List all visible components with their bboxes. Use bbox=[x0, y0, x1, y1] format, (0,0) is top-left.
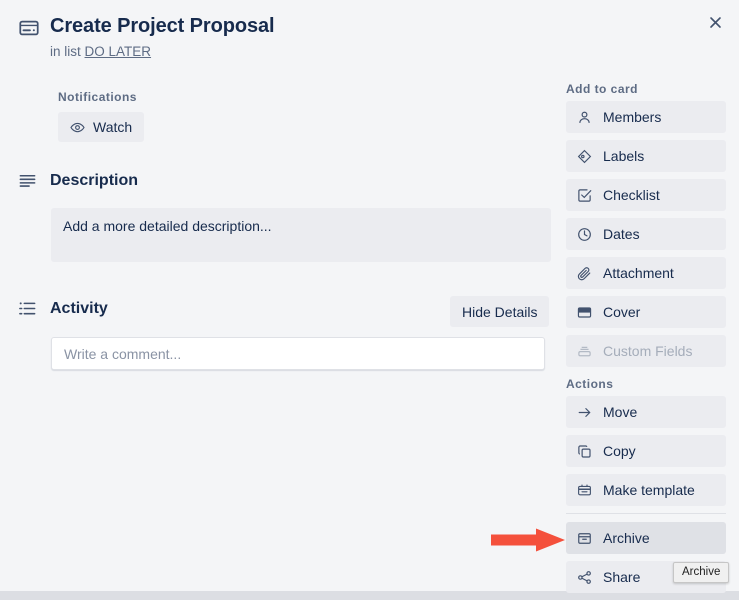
sidebar-item-label: Attachment bbox=[603, 265, 674, 281]
description-lines-icon bbox=[18, 171, 42, 190]
description-input[interactable]: Add a more detailed description... bbox=[51, 208, 551, 262]
checkbox-icon bbox=[576, 187, 592, 203]
cover-icon bbox=[576, 304, 592, 320]
activity-title: Activity bbox=[50, 299, 108, 317]
eye-icon bbox=[70, 120, 85, 135]
sidebar-item-label: Archive bbox=[603, 530, 650, 546]
sidebar-item-members[interactable]: Members bbox=[566, 101, 726, 133]
archive-tooltip: Archive bbox=[673, 562, 730, 583]
archive-icon bbox=[576, 530, 592, 546]
sidebar-item-label: Share bbox=[603, 569, 641, 585]
watch-button[interactable]: Watch bbox=[58, 112, 145, 142]
person-icon bbox=[576, 109, 592, 125]
clock-icon bbox=[576, 226, 592, 242]
paperclip-icon bbox=[576, 265, 592, 281]
watch-label: Watch bbox=[93, 119, 133, 135]
sidebar-item-cover[interactable]: Cover bbox=[566, 296, 726, 328]
sidebar-item-move[interactable]: Move bbox=[566, 396, 726, 428]
copy-icon bbox=[576, 443, 592, 459]
tag-icon bbox=[576, 148, 592, 164]
sidebar-item-label: Custom Fields bbox=[603, 343, 693, 359]
sidebar-item-checklist[interactable]: Checklist bbox=[566, 179, 726, 211]
sidebar-item-attachment[interactable]: Attachment bbox=[566, 257, 726, 289]
sidebar-item-dates[interactable]: Dates bbox=[566, 218, 726, 250]
sidebar-item-label: Dates bbox=[603, 226, 640, 242]
card-sidebar: Add to card Members Labels Checklist Dat… bbox=[566, 82, 726, 600]
sidebar-item-label: Make template bbox=[603, 482, 695, 498]
card-detail-modal: Create Project Proposal in list DO LATER… bbox=[0, 0, 739, 600]
hide-details-button[interactable]: Hide Details bbox=[450, 296, 550, 327]
sidebar-item-label: Copy bbox=[603, 443, 636, 459]
sidebar-item-archive[interactable]: Archive bbox=[566, 522, 726, 554]
comment-input[interactable]: Write a comment... bbox=[51, 337, 545, 370]
sidebar-item-label: Cover bbox=[603, 304, 641, 320]
activity-list-icon bbox=[18, 299, 42, 318]
sidebar-item-label: Checklist bbox=[603, 187, 660, 203]
sidebar-item-label: Labels bbox=[603, 148, 645, 164]
annotation-arrow bbox=[489, 526, 567, 554]
description-title: Description bbox=[50, 171, 139, 189]
sidebar-item-label: Members bbox=[603, 109, 662, 125]
sidebar-item-label: Move bbox=[603, 404, 638, 420]
actions-label: Actions bbox=[566, 377, 614, 391]
sidebar-item-make-template[interactable]: Make template bbox=[566, 474, 726, 506]
in-list-text: in list bbox=[50, 44, 81, 59]
list-name-link[interactable]: DO LATER bbox=[85, 44, 152, 59]
description-heading: Description bbox=[18, 171, 138, 190]
template-icon bbox=[576, 482, 592, 498]
share-icon bbox=[576, 569, 592, 585]
close-button[interactable] bbox=[699, 6, 731, 38]
arrow-right-icon bbox=[576, 404, 592, 420]
sidebar-item-labels[interactable]: Labels bbox=[566, 140, 726, 172]
layers-icon bbox=[576, 343, 592, 359]
sidebar-item-custom-fields: Custom Fields bbox=[566, 335, 726, 367]
card-list-breadcrumb: in list DO LATER bbox=[50, 43, 151, 61]
activity-heading: Activity bbox=[18, 299, 108, 318]
page-title: Create Project Proposal bbox=[50, 15, 275, 37]
notifications-label: Notifications bbox=[58, 90, 137, 104]
add-to-card-label: Add to card bbox=[566, 82, 638, 96]
actions-divider bbox=[566, 513, 726, 514]
sidebar-item-copy[interactable]: Copy bbox=[566, 435, 726, 467]
close-icon bbox=[709, 16, 721, 28]
card-icon bbox=[18, 17, 40, 39]
